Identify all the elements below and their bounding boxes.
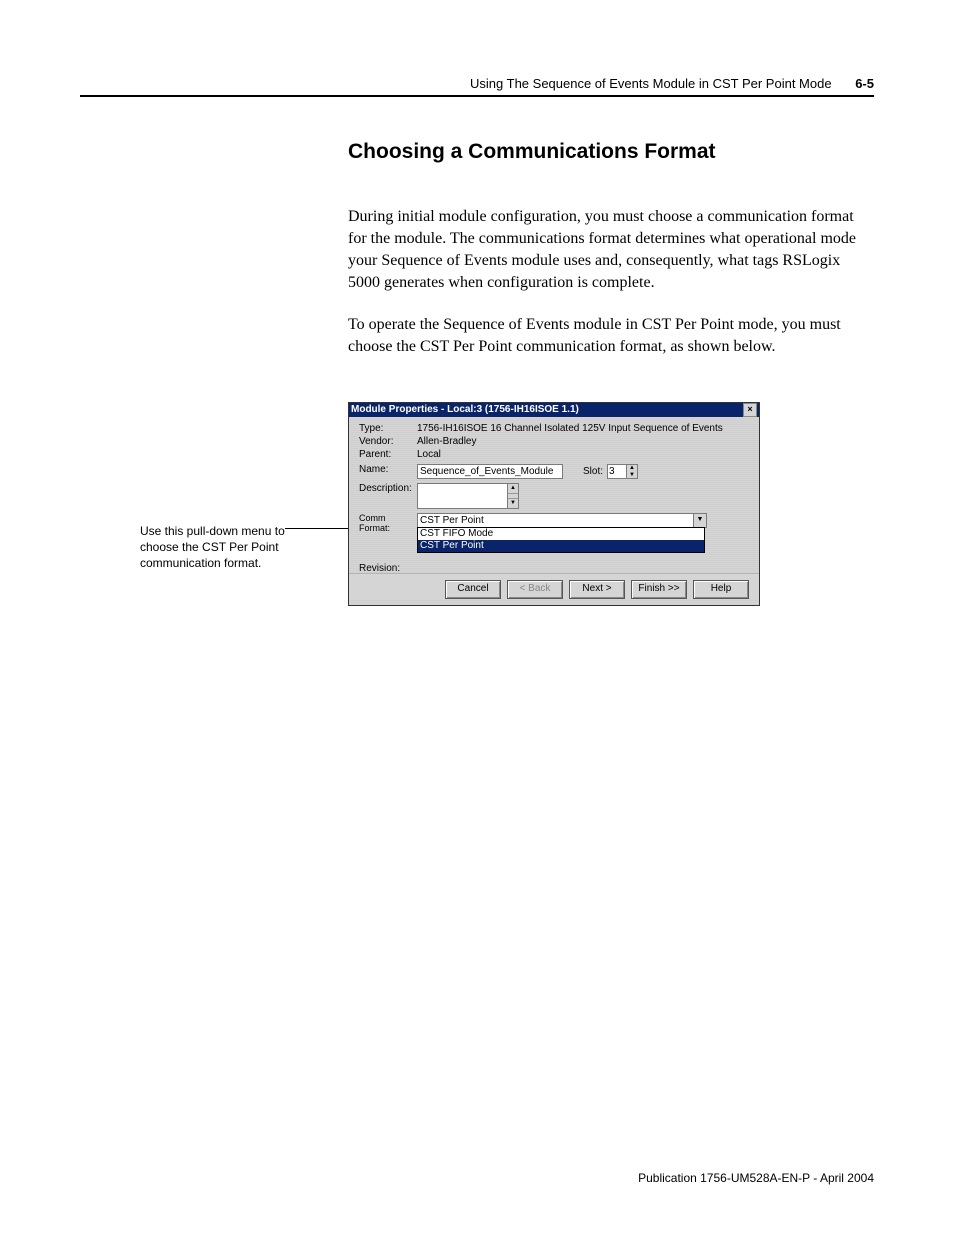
chevron-down-icon[interactable]: ▼	[693, 514, 706, 527]
value-type: 1756-IH16ISOE 16 Channel Isolated 125V I…	[417, 423, 749, 434]
paragraph-1: During initial module configuration, you…	[348, 206, 874, 294]
comm-format-dropdown[interactable]: CST Per Point ▼ CST FIFO Mode CST Per Po…	[417, 513, 707, 528]
cancel-button[interactable]: Cancel	[445, 580, 501, 599]
chapter-title: Using The Sequence of Events Module in C…	[470, 76, 832, 91]
dialog-titlebar[interactable]: Module Properties - Local:3 (1756-IH16IS…	[349, 403, 759, 417]
dialog-title: Module Properties - Local:3 (1756-IH16IS…	[351, 403, 579, 417]
label-description: Description:	[359, 483, 417, 494]
comm-format-option[interactable]: CST FIFO Mode	[418, 528, 704, 540]
page-footer: Publication 1756-UM528A-EN-P - April 200…	[638, 1171, 874, 1185]
help-button[interactable]: Help	[693, 580, 749, 599]
label-vendor: Vendor:	[359, 436, 417, 447]
next-button[interactable]: Next >	[569, 580, 625, 599]
annotation-text: Use this pull-down menu to choose the CS…	[140, 523, 310, 572]
page-number: 6-5	[855, 76, 874, 91]
name-input[interactable]: Sequence_of_Events_Module	[417, 464, 563, 479]
paragraph-2: To operate the Sequence of Events module…	[348, 314, 874, 358]
section-title: Choosing a Communications Format	[348, 140, 874, 164]
page-header: Using The Sequence of Events Module in C…	[80, 76, 874, 97]
label-type: Type:	[359, 423, 417, 434]
label-comm-format: Comm Format:	[359, 513, 417, 533]
label-name: Name:	[359, 464, 417, 475]
value-parent: Local	[417, 449, 749, 460]
description-input[interactable]: ▲ ▼	[417, 483, 519, 509]
label-parent: Parent:	[359, 449, 417, 460]
module-properties-dialog: Module Properties - Local:3 (1756-IH16IS…	[348, 402, 760, 606]
comm-format-option-selected[interactable]: CST Per Point	[418, 540, 704, 552]
close-icon[interactable]: ×	[743, 403, 757, 417]
label-slot: Slot:	[583, 466, 603, 477]
description-scrollbar[interactable]: ▲ ▼	[507, 484, 518, 508]
slot-input[interactable]	[608, 465, 626, 478]
back-button[interactable]: < Back	[507, 580, 563, 599]
slot-stepper[interactable]: ▲ ▼	[607, 464, 638, 479]
comm-format-list: CST FIFO Mode CST Per Point	[417, 527, 705, 553]
chevron-down-icon[interactable]: ▼	[508, 498, 518, 508]
dialog-button-bar: Cancel < Back Next > Finish >> Help	[349, 573, 759, 599]
chevron-up-icon[interactable]: ▲	[508, 484, 518, 494]
finish-button[interactable]: Finish >>	[631, 580, 687, 599]
chevron-down-icon[interactable]: ▼	[626, 472, 637, 479]
value-vendor: Allen-Bradley	[417, 436, 749, 447]
comm-format-selected: CST Per Point	[420, 515, 484, 526]
